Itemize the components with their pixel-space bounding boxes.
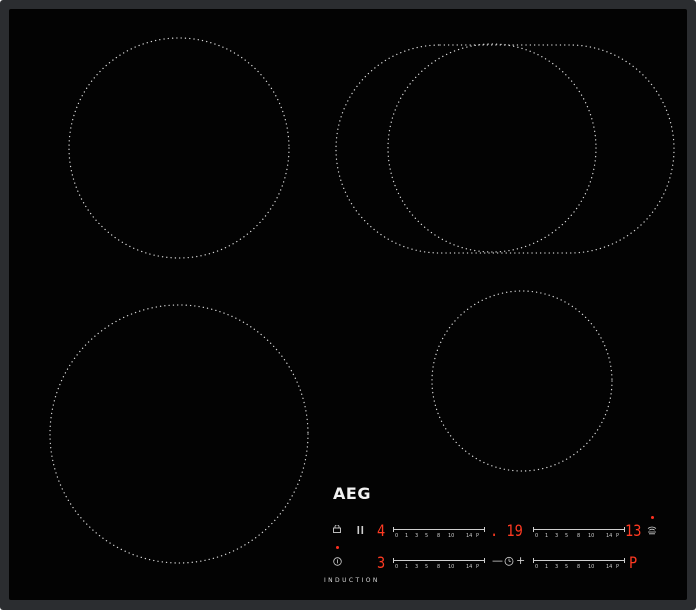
slider-level-label: P (616, 533, 620, 539)
power-indicator-led (336, 546, 339, 549)
plus-icon[interactable]: + (516, 555, 525, 566)
slider-level-label: 14 (466, 564, 473, 570)
slider-end-cap (624, 558, 625, 563)
slider-level-label: 1 (405, 533, 409, 539)
slider-level-label: 3 (415, 564, 419, 570)
slider-level-label: 0 (535, 533, 539, 539)
slider-level-label: 0 (395, 533, 399, 539)
slider-level-label: 1 (545, 533, 549, 539)
slider-level-label: 0 (535, 564, 539, 570)
slider-level-label: 10 (588, 564, 595, 570)
timer-icon[interactable] (504, 556, 514, 566)
cooking-zone-rear-right-bridge[interactable] (335, 44, 675, 254)
slider-level-label: 5 (425, 533, 429, 539)
display-bottom-left: 3 (377, 553, 386, 572)
slider-level-label: P (476, 533, 480, 539)
lock-icon[interactable] (333, 525, 341, 533)
display-bottom-right: P (629, 553, 638, 572)
slider-level-label: 5 (565, 533, 569, 539)
display-top-left: 4 (377, 521, 386, 540)
slider-end-cap (533, 527, 534, 532)
display-top-middle: . 19 (490, 521, 523, 540)
slider-level-label: 8 (577, 533, 581, 539)
slider-level-label: 8 (577, 564, 581, 570)
slider-level-label: P (616, 564, 620, 570)
power-slider-rear-right[interactable]: 0 1 3 5 8 10 14 P (533, 527, 625, 541)
slider-track[interactable] (393, 529, 485, 530)
cooking-zone-rear-left[interactable] (68, 37, 290, 259)
slider-level-label: 3 (415, 533, 419, 539)
cooking-zone-rear-right-inner[interactable] (387, 43, 597, 253)
power-slider-rear-left[interactable]: 0 1 3 5 8 10 14 P (393, 527, 485, 541)
pause-icon[interactable] (356, 525, 365, 535)
induction-label: INDUCTION (324, 577, 380, 584)
slider-level-label: 10 (448, 564, 455, 570)
minus-icon[interactable]: — (492, 555, 503, 566)
cooking-zone-front-right[interactable] (431, 290, 613, 472)
hob2hood-indicator-led (651, 516, 654, 519)
power-slider-front-right[interactable]: 0 1 3 5 8 10 14 P (533, 558, 625, 572)
slider-level-label: 1 (405, 564, 409, 570)
slider-level-label: 3 (555, 533, 559, 539)
slider-level-label: 14 (606, 564, 613, 570)
slider-level-label: 14 (466, 533, 473, 539)
slider-end-cap (533, 558, 534, 563)
slider-level-label: 8 (437, 533, 441, 539)
slider-level-label: 5 (425, 564, 429, 570)
slider-end-cap (393, 558, 394, 563)
slider-track[interactable] (533, 529, 625, 530)
power-slider-front-left[interactable]: 0 1 3 5 8 10 14 P (393, 558, 485, 572)
brand-logo: AEG (333, 484, 371, 503)
display-top-right: 13 (625, 521, 642, 540)
power-icon[interactable] (333, 557, 342, 566)
cooking-zone-front-left[interactable] (49, 304, 309, 564)
slider-end-cap (624, 527, 625, 532)
slider-end-cap (484, 558, 485, 563)
slider-end-cap (393, 527, 394, 532)
slider-level-label: 10 (448, 533, 455, 539)
hob2hood-icon[interactable] (647, 525, 657, 535)
slider-track[interactable] (393, 560, 485, 561)
slider-track[interactable] (533, 560, 625, 561)
slider-level-label: 14 (606, 533, 613, 539)
slider-level-label: 8 (437, 564, 441, 570)
slider-end-cap (484, 527, 485, 532)
slider-level-label: 5 (565, 564, 569, 570)
cooking-zones-layer (49, 37, 675, 564)
slider-level-label: P (476, 564, 480, 570)
slider-level-label: 1 (545, 564, 549, 570)
slider-level-label: 3 (555, 564, 559, 570)
slider-level-label: 0 (395, 564, 399, 570)
slider-level-label: 10 (588, 533, 595, 539)
